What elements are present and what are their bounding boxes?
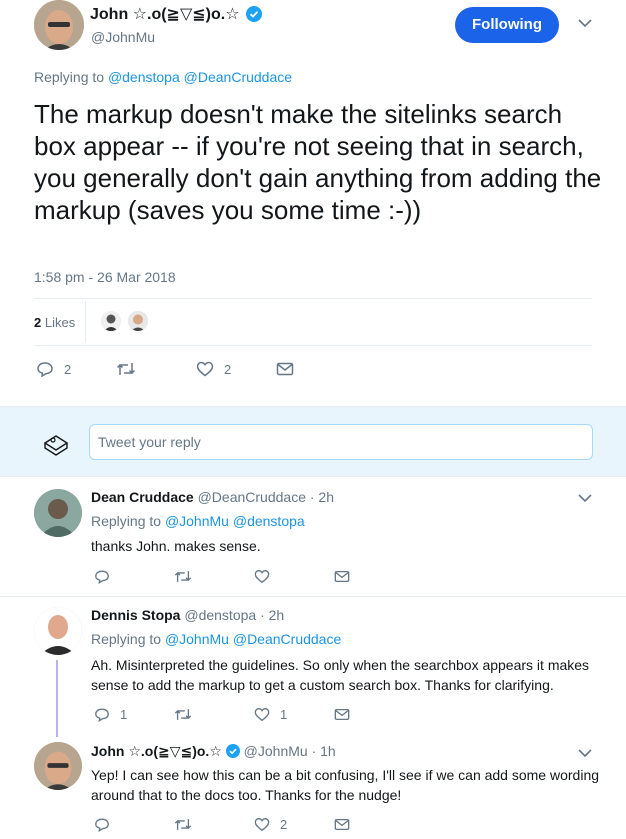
envelope-icon[interactable] (334, 707, 350, 722)
verified-badge-icon (246, 6, 263, 22)
reply-icon[interactable] (94, 817, 110, 832)
reply-icon[interactable] (36, 361, 54, 377)
reply-avatar[interactable] (34, 742, 82, 790)
divider (85, 301, 86, 343)
liker-avatar[interactable] (128, 311, 148, 331)
like-count: 1 (280, 707, 288, 722)
retweet-action[interactable] (116, 361, 146, 377)
reply-author-name[interactable]: Dean Cruddace (91, 489, 194, 505)
like-count: 2 (280, 817, 288, 832)
dm-action[interactable] (276, 361, 304, 377)
envelope-icon[interactable] (276, 361, 294, 377)
reply-header: Dennis Stopa @denstopa · 2h (91, 607, 284, 623)
liker-avatar[interactable] (101, 311, 121, 331)
following-button[interactable]: Following (455, 7, 559, 43)
replying-to: Replying to @denstopa @DeanCruddace (34, 69, 293, 85)
reply-header: John ☆.o(≧▽≦)o.☆ @JohnMu · 1h (91, 743, 336, 760)
retweet-icon[interactable] (116, 361, 136, 377)
retweet-icon[interactable] (174, 569, 192, 584)
reply-action[interactable]: 2 (36, 361, 71, 377)
dm-action[interactable] (334, 569, 360, 584)
likes-stat[interactable]: 2 Likes (34, 315, 75, 330)
tweet-reply-input[interactable]: Tweet your reply (89, 424, 593, 460)
heart-icon[interactable] (254, 817, 270, 832)
reply-action[interactable]: 1 (94, 707, 127, 722)
reply-text: Yep! I can see how this can be a bit con… (91, 767, 600, 803)
thread-line (56, 660, 58, 737)
like-action[interactable] (254, 569, 280, 584)
retweet-action[interactable] (174, 707, 202, 722)
reply-text: Ah. Misinterpreted the guidelines. So on… (91, 657, 590, 693)
reply-time[interactable]: · 2h (260, 607, 284, 623)
composer-avatar-icon (42, 429, 70, 457)
mention-link[interactable]: @denstopa (233, 513, 305, 529)
mention-link[interactable]: @JohnMu (165, 513, 229, 529)
divider (34, 298, 592, 299)
reply-icon[interactable] (94, 707, 110, 722)
like-action[interactable]: 2 (254, 817, 287, 832)
heart-icon[interactable] (254, 707, 270, 722)
reply-author-name[interactable]: John ☆.o(≧▽≦)o.☆ (91, 743, 222, 759)
reply-time[interactable]: · 1h (312, 743, 336, 759)
reply-author-handle[interactable]: @denstopa (184, 607, 256, 623)
reply-author-handle[interactable]: @JohnMu (244, 743, 308, 759)
replying-to: Replying to @JohnMu @denstopa (91, 513, 305, 529)
reply-text: thanks John. makes sense. (91, 538, 261, 554)
reply-avatar[interactable] (34, 607, 82, 655)
retweet-icon[interactable] (174, 817, 192, 832)
heart-icon[interactable] (254, 569, 270, 584)
reply-header: Dean Cruddace @DeanCruddace · 2h (91, 489, 334, 505)
tweet-text: The markup doesn't make the sitelinks se… (34, 99, 602, 225)
reply-count: 2 (64, 361, 72, 377)
reply-author-handle[interactable]: @DeanCruddace (198, 489, 306, 505)
reply-count: 1 (120, 707, 128, 722)
chevron-down-icon[interactable] (578, 493, 592, 503)
mention-link[interactable]: @JohnMu (165, 631, 229, 647)
chevron-down-icon[interactable] (578, 748, 592, 758)
envelope-icon[interactable] (334, 817, 350, 832)
author-avatar[interactable] (34, 0, 84, 50)
heart-icon[interactable] (196, 361, 214, 377)
retweet-action[interactable] (174, 817, 202, 832)
dm-action[interactable] (334, 707, 360, 722)
tweet-timestamp[interactable]: 1:58 pm - 26 Mar 2018 (34, 269, 176, 285)
reply-time[interactable]: · 2h (310, 489, 334, 505)
replying-to: Replying to @JohnMu @DeanCruddace (91, 631, 342, 647)
author-name[interactable]: John ☆.o(≧▽≦)o.☆ (90, 4, 263, 24)
envelope-icon[interactable] (334, 569, 350, 584)
reply-icon[interactable] (94, 569, 110, 584)
retweet-icon[interactable] (174, 707, 192, 722)
mention-link[interactable]: @DeanCruddace (233, 631, 341, 647)
like-count: 2 (224, 361, 232, 377)
reply-author-name[interactable]: Dennis Stopa (91, 607, 180, 623)
divider (34, 345, 592, 346)
verified-badge-icon (225, 744, 240, 758)
reply-action[interactable] (94, 817, 120, 832)
retweet-action[interactable] (174, 569, 202, 584)
author-handle: @JohnMu (91, 29, 156, 45)
reply-action[interactable] (94, 569, 120, 584)
chevron-down-icon[interactable] (578, 18, 592, 28)
reply-avatar[interactable] (34, 489, 82, 537)
divider (0, 596, 626, 597)
mention-link[interactable]: @DeanCruddace (184, 69, 292, 85)
like-action[interactable]: 2 (196, 361, 231, 377)
like-action[interactable]: 1 (254, 707, 287, 722)
dm-action[interactable] (334, 817, 360, 832)
mention-link[interactable]: @denstopa (108, 69, 180, 85)
